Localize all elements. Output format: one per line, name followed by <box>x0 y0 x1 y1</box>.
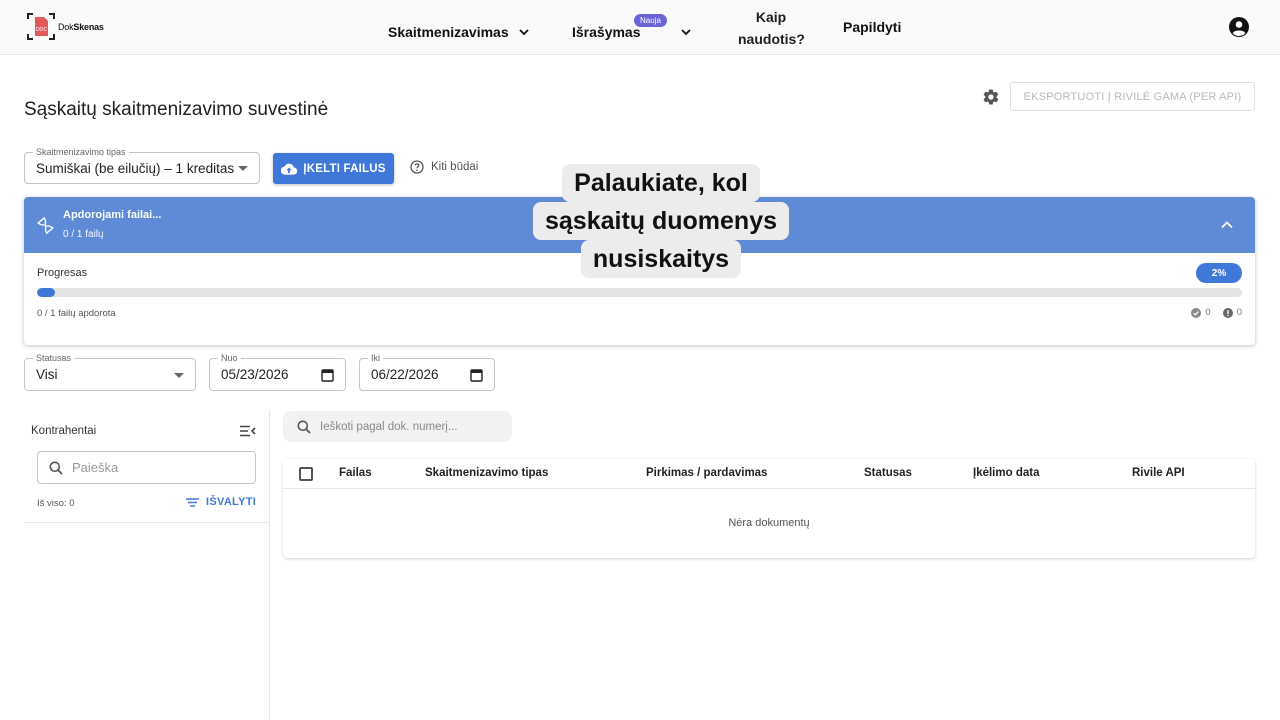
clear-button[interactable]: IŠVALYTI <box>186 496 256 508</box>
svg-text:DOC: DOC <box>36 27 48 33</box>
calendar-icon[interactable] <box>470 368 483 382</box>
search-icon <box>297 420 311 434</box>
error-circle-icon <box>1222 307 1233 318</box>
progress-label: Progresas <box>37 267 88 279</box>
error-count: 0 <box>1222 307 1242 318</box>
account-icon[interactable] <box>1228 16 1250 38</box>
caption-line-2: sąskaitų duomenys <box>532 202 790 240</box>
filter-list-icon <box>186 497 199 507</box>
other-ways-label: Kiti būdai <box>431 161 479 173</box>
nav-invoicing[interactable]: Išrašymas <box>572 24 691 40</box>
status-value: Visi <box>36 367 58 382</box>
page-title: Sąskaitų skaitmenizavimo suvestinė <box>24 99 329 120</box>
column-header-type[interactable]: Skaitmenizavimo tipas <box>425 467 548 479</box>
collapse-menu-icon[interactable] <box>240 424 256 438</box>
logo-text: DokSkenas <box>58 21 104 32</box>
processing-title: Apdorojami failai... <box>63 209 162 221</box>
nav-how-to-use-line2: naudotis? <box>738 31 805 47</box>
calendar-icon[interactable] <box>321 368 334 382</box>
upload-files-button[interactable]: ĮKELTI FAILUS <box>273 153 394 184</box>
column-header-upload-date[interactable]: Įkėlimo data <box>973 467 1039 479</box>
contractor-search[interactable] <box>37 451 256 484</box>
dropdown-arrow-icon <box>238 166 248 171</box>
documents-table: Failas Skaitmenizavimo tipas Pirkimas / … <box>283 459 1255 558</box>
nav-topup[interactable]: Papildyti <box>843 19 901 35</box>
contractors-total: Iš viso: 0 <box>37 498 75 509</box>
column-header-file[interactable]: Failas <box>339 467 372 479</box>
other-ways-link[interactable]: Kiti būdai <box>410 160 478 174</box>
upload-files-label: ĮKELTI FAILUS <box>303 162 386 175</box>
gear-icon[interactable] <box>982 88 1000 106</box>
export-rivile-button[interactable]: EKSPORTUOTI Į RIVILĖ GAMA (PER API) <box>1010 82 1255 111</box>
contractors-sidebar: Kontrahentai Iš viso: 0 IŠVALYTI <box>24 410 270 720</box>
success-count: 0 <box>1191 307 1211 318</box>
sidebar-divider <box>24 522 270 523</box>
progress-bar <box>37 288 1242 297</box>
status-select[interactable]: Statusas Visi <box>24 352 196 391</box>
nav-digitization-label: Skaitmenizavimas <box>388 24 509 40</box>
clear-button-label: IŠVALYTI <box>206 496 257 508</box>
hourglass-icon <box>37 217 54 234</box>
column-header-rivile-api[interactable]: Rivile API <box>1132 467 1185 479</box>
nav-how-to-use[interactable]: Kaip naudotis? <box>738 6 805 50</box>
contractors-title: Kontrahentai <box>31 425 97 437</box>
chevron-down-icon <box>518 29 529 36</box>
document-search[interactable] <box>283 411 512 442</box>
contractor-search-input[interactable] <box>72 460 242 475</box>
chevron-down-icon <box>680 29 691 36</box>
cloud-upload-icon <box>281 163 298 175</box>
nav-topup-label: Papildyti <box>843 19 902 35</box>
digitization-type-select[interactable]: Skaitmenizavimo tipas Sumiškai (be eiluč… <box>24 146 260 184</box>
date-from-value: 05/23/2026 <box>221 367 289 382</box>
logo[interactable]: DOC DokSkenas <box>26 11 104 42</box>
top-navbar: DOC DokSkenas Skaitmenizavimas Išrašymas… <box>0 0 1280 55</box>
date-to-value: 06/22/2026 <box>371 367 439 382</box>
nav-how-to-use-line1: Kaip <box>755 9 787 25</box>
new-badge: Nauja <box>634 14 667 27</box>
date-from-field[interactable]: Nuo 05/23/2026 <box>209 352 346 391</box>
dropdown-arrow-icon <box>174 372 184 378</box>
help-circle-icon <box>410 160 424 174</box>
caption-overlay: Palaukiate, kol sąskaitų duomenys nusisk… <box>522 164 800 278</box>
logo-mark: DOC <box>26 11 56 42</box>
table-header: Failas Skaitmenizavimo tipas Pirkimas / … <box>283 459 1255 489</box>
progress-bar-fill <box>37 288 56 297</box>
progress-percent-badge: 2% <box>1196 263 1242 283</box>
select-all-checkbox[interactable] <box>299 467 313 481</box>
files-processed-text: 0 / 1 failų apdorota <box>37 308 116 319</box>
nav-digitization[interactable]: Skaitmenizavimas <box>388 24 529 40</box>
column-header-status[interactable]: Statusas <box>864 467 912 479</box>
caption-line-3: nusiskaitys <box>580 240 742 278</box>
column-header-purchase-sale[interactable]: Pirkimas / pardavimas <box>646 467 767 479</box>
caption-line-1: Palaukiate, kol <box>562 164 760 202</box>
document-search-input[interactable] <box>320 420 500 433</box>
processing-subtitle: 0 / 1 failų <box>63 229 104 240</box>
search-icon <box>49 461 63 475</box>
digitization-type-value: Sumiškai (be eilučių) – 1 kreditas <box>36 160 235 176</box>
empty-state: Nėra dokumentų <box>728 517 810 529</box>
date-to-field[interactable]: Iki 06/22/2026 <box>359 352 495 391</box>
nav-invoicing-label: Išrašymas <box>572 24 641 40</box>
chevron-up-icon[interactable] <box>1221 220 1233 230</box>
check-circle-icon <box>1191 307 1202 318</box>
result-counts: 0 0 <box>1179 307 1242 318</box>
